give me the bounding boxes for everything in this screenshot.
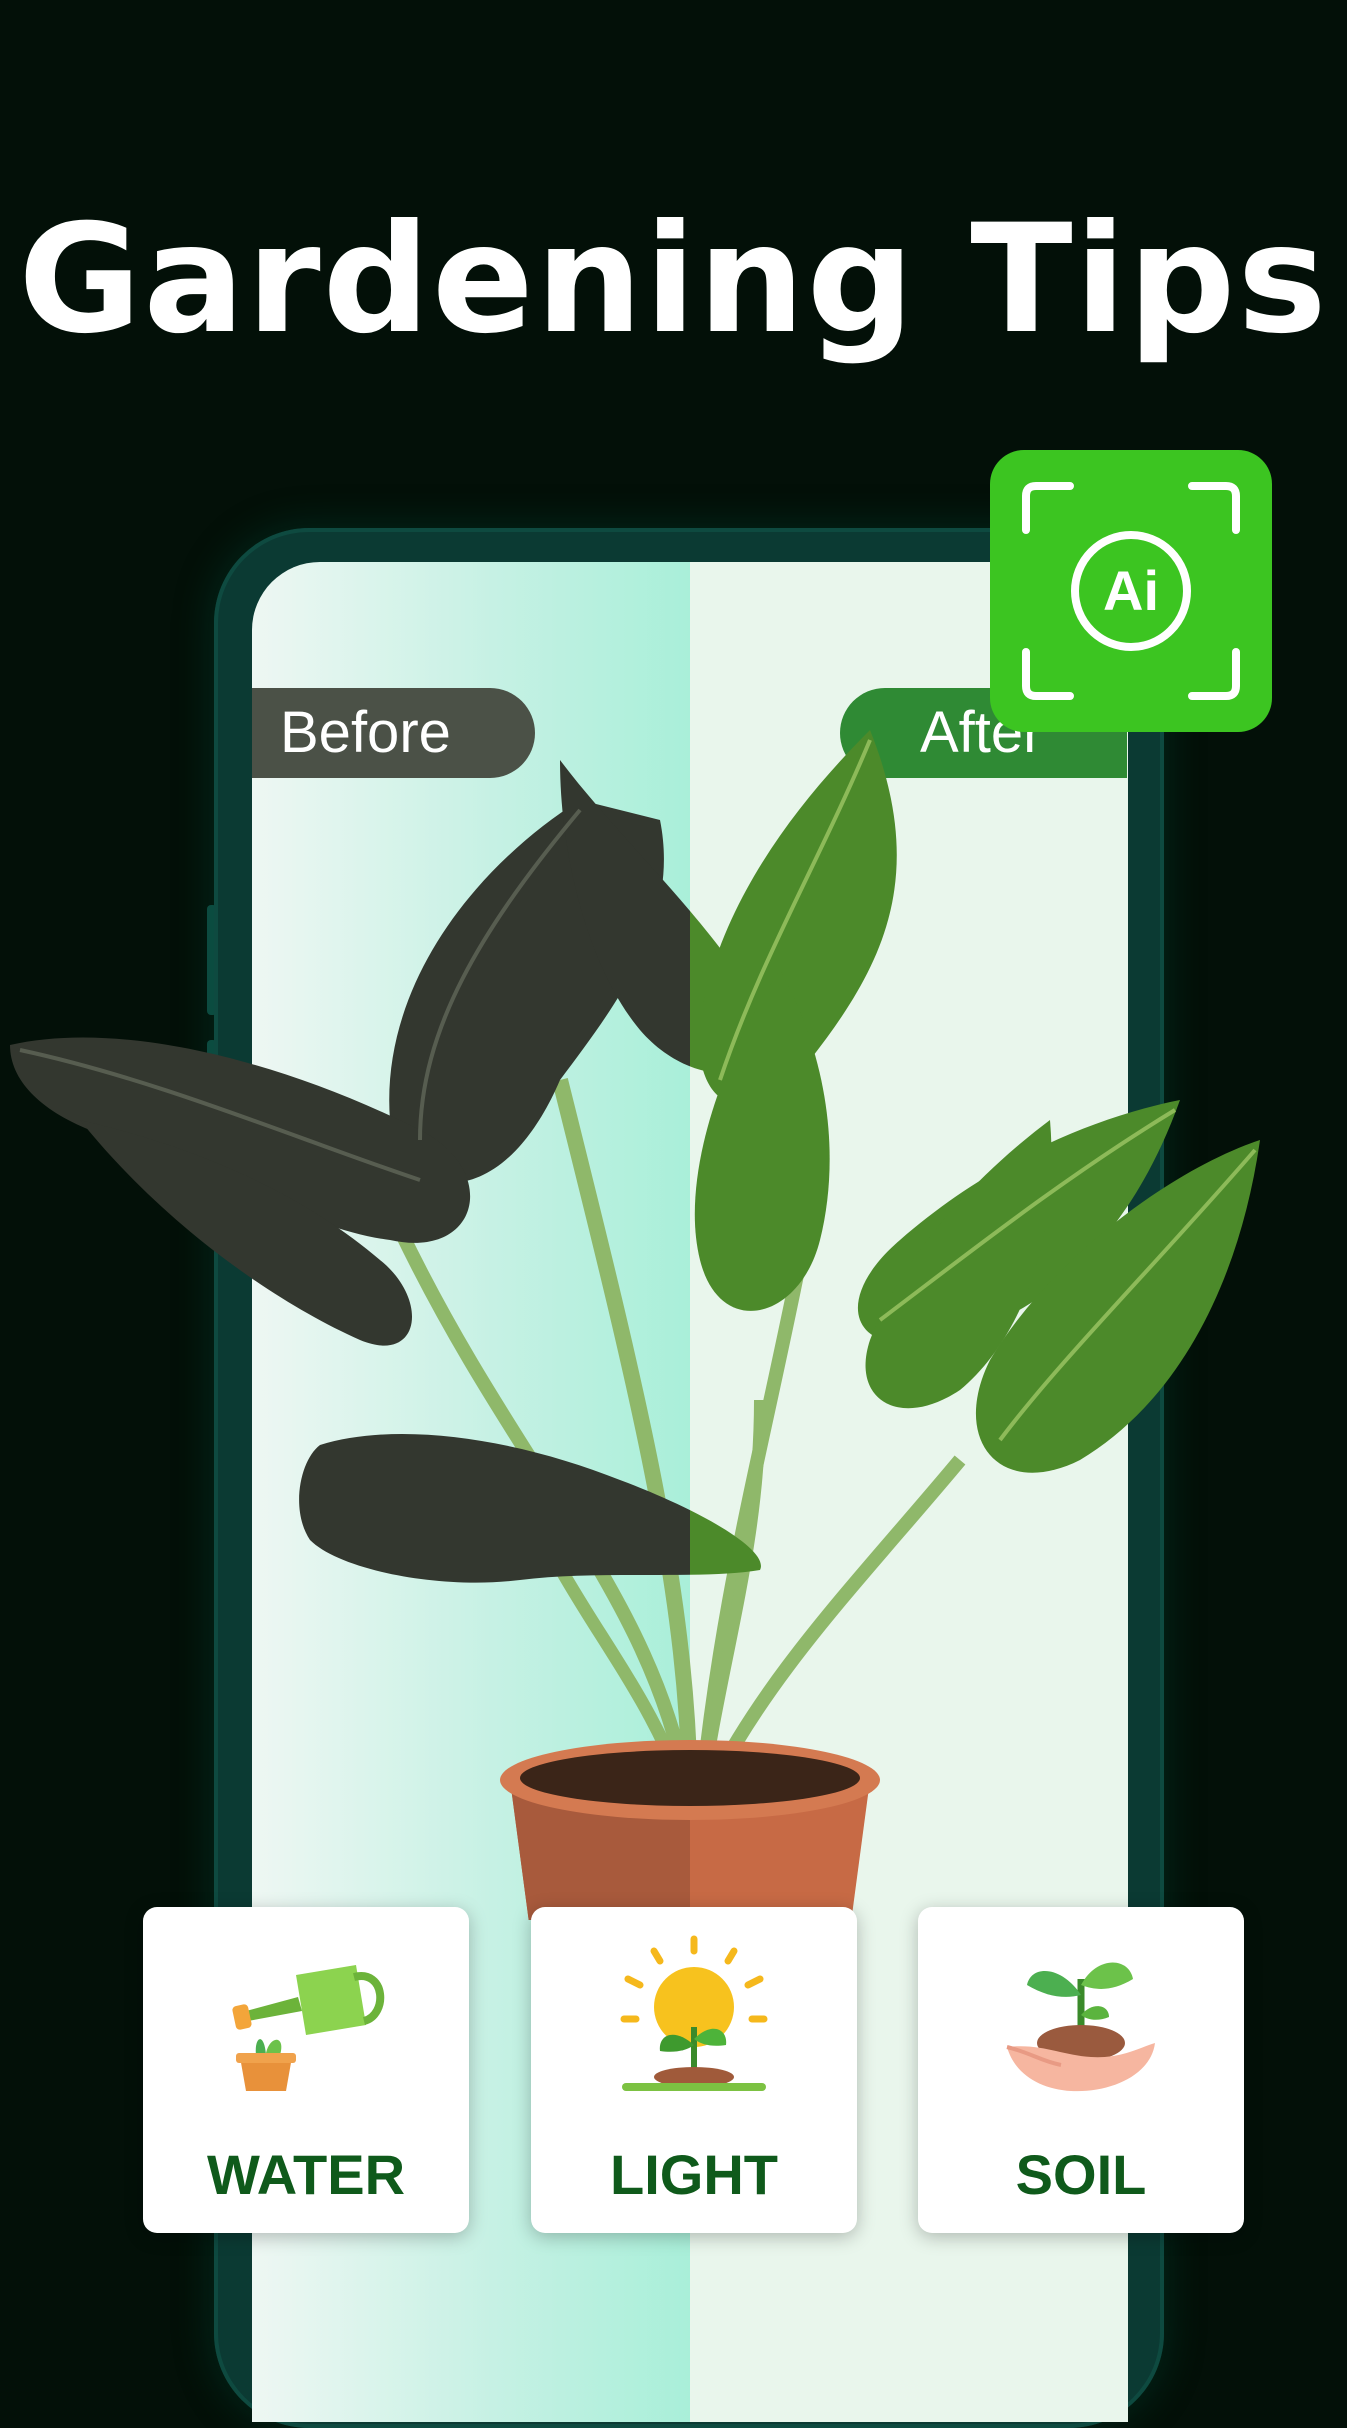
ai-badge-text: Ai [1103,559,1159,622]
ai-scan-button[interactable]: Ai [990,450,1272,732]
card-water-label: WATER [206,2143,406,2206]
card-soil-label: SOIL [1015,2143,1147,2206]
card-soil[interactable]: SOIL [918,1907,1244,2233]
sun-plant-icon [620,1935,768,2091]
card-water[interactable]: WATER [143,1907,469,2233]
page-title: Gardening Tips [18,193,1329,367]
watering-can-icon [232,1965,385,2091]
plant-illustration [0,700,1347,1920]
card-light-label: LIGHT [610,2143,778,2206]
soil-sprout-icon [1006,1962,1155,2092]
card-light[interactable]: LIGHT [531,1907,857,2233]
